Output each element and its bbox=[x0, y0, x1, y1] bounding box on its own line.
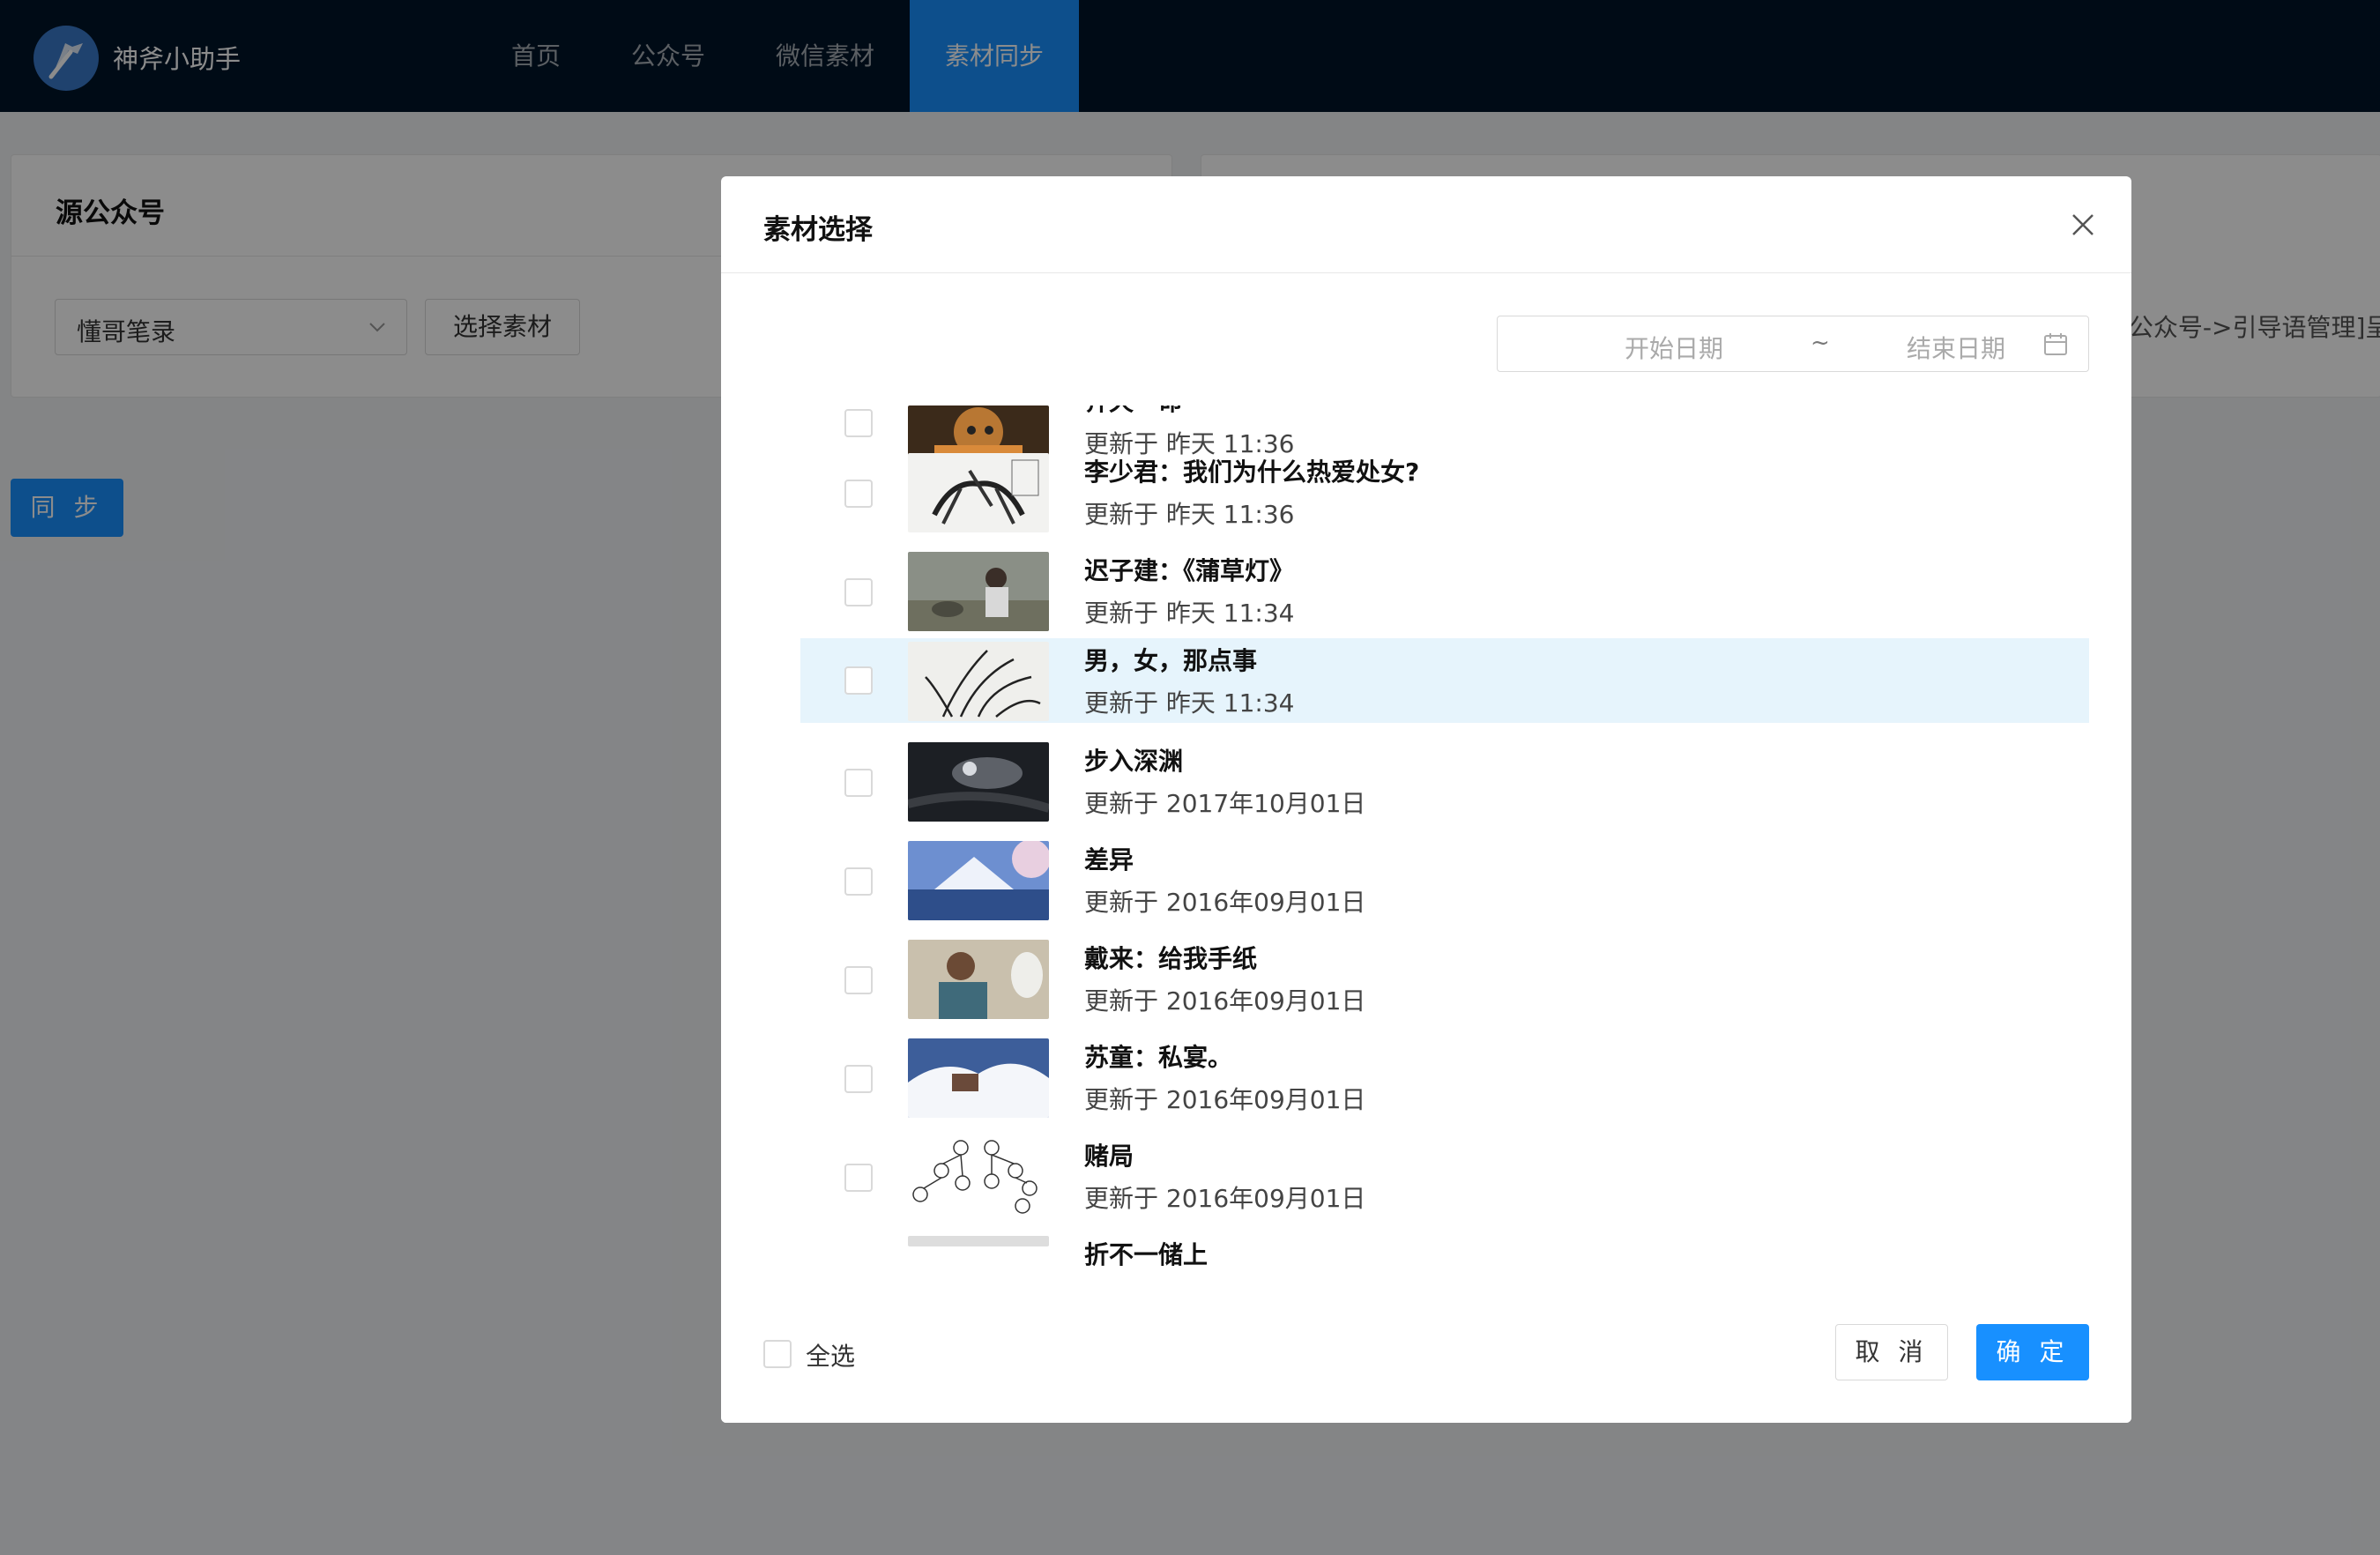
item-updated: 更新于 2016年09月01日 bbox=[1084, 1085, 1366, 1114]
thumbnail bbox=[908, 742, 1049, 822]
list-item[interactable]: 苏童：私宴。 更新于 2016年09月01日 bbox=[800, 1037, 2089, 1121]
material-list[interactable]: 齐天一命 更新于 昨天 11:36 李少君：我们为什么热爱处女? 更新于 昨天 … bbox=[721, 405, 2131, 1423]
date-range-picker[interactable]: 开始日期 ~ 结束日期 bbox=[1497, 316, 2089, 372]
list-item[interactable]: 迟子建：《蒲草灯》 更新于 昨天 11:34 bbox=[800, 550, 2089, 635]
item-title: 差异 bbox=[1084, 845, 1134, 874]
list-item[interactable]: 差异 更新于 2016年09月01日 bbox=[800, 839, 2089, 924]
item-checkbox[interactable] bbox=[844, 867, 873, 896]
material-select-modal: 素材选择 开始日期 ~ 结束日期 齐天一命 更新于 昨天 11:36 bbox=[721, 176, 2131, 1423]
thumbnail bbox=[908, 940, 1049, 1019]
thumbnail bbox=[908, 453, 1049, 532]
item-checkbox[interactable] bbox=[844, 1164, 873, 1192]
item-title: 步入深渊 bbox=[1084, 747, 1184, 776]
thumbnail bbox=[908, 1236, 1049, 1246]
list-item[interactable]: 步入深渊 更新于 2017年10月01日 bbox=[800, 740, 2089, 825]
date-start-input[interactable]: 开始日期 bbox=[1586, 330, 1762, 365]
item-title: 李少君：我们为什么热爱处女? bbox=[1084, 458, 1420, 487]
item-title: 折不一储上 bbox=[1084, 1240, 1209, 1269]
thumbnail bbox=[908, 1038, 1049, 1118]
item-checkbox[interactable] bbox=[844, 578, 873, 606]
modal-footer: 全选 取 消 确 定 bbox=[721, 1289, 2131, 1423]
item-updated: 更新于 2016年09月01日 bbox=[1084, 1184, 1366, 1213]
item-updated: 更新于 昨天 11:34 bbox=[1084, 688, 1295, 718]
item-title: 赌局 bbox=[1084, 1142, 1134, 1171]
thumbnail bbox=[908, 1137, 1049, 1216]
item-updated: 更新于 2016年09月01日 bbox=[1084, 986, 1366, 1016]
item-checkbox[interactable] bbox=[844, 409, 873, 437]
item-checkbox[interactable] bbox=[844, 769, 873, 797]
modal-header: 素材选择 bbox=[721, 176, 2131, 273]
select-all-label[interactable]: 全选 bbox=[806, 1337, 855, 1373]
list-item[interactable]: 赌局 更新于 2016年09月01日 bbox=[800, 1135, 2089, 1220]
item-checkbox[interactable] bbox=[844, 1065, 873, 1093]
item-checkbox[interactable] bbox=[844, 966, 873, 994]
thumbnail bbox=[908, 841, 1049, 920]
thumbnail bbox=[908, 552, 1049, 631]
select-all-checkbox[interactable] bbox=[763, 1340, 792, 1368]
list-item[interactable]: 戴来：给我手纸 更新于 2016年09月01日 bbox=[800, 938, 2089, 1023]
item-updated: 更新于 2016年09月01日 bbox=[1084, 888, 1366, 917]
item-checkbox[interactable] bbox=[844, 480, 873, 508]
ok-button[interactable]: 确 定 bbox=[1976, 1324, 2089, 1380]
modal-title: 素材选择 bbox=[763, 214, 873, 246]
item-updated: 更新于 2017年10月01日 bbox=[1084, 789, 1366, 818]
cancel-button[interactable]: 取 消 bbox=[1835, 1324, 1948, 1380]
date-separator: ~ bbox=[1811, 330, 1830, 356]
list-item[interactable]: 男，女，那点事 更新于 昨天 11:34 bbox=[800, 638, 2089, 723]
thumbnail bbox=[908, 642, 1049, 721]
item-title: 男，女，那点事 bbox=[1084, 646, 1258, 675]
item-title: 戴来：给我手纸 bbox=[1084, 944, 1258, 973]
item-updated: 更新于 昨天 11:36 bbox=[1084, 500, 1295, 529]
item-updated: 更新于 昨天 11:34 bbox=[1084, 599, 1295, 628]
close-icon[interactable] bbox=[2068, 210, 2098, 240]
list-item[interactable]: 李少君：我们为什么热爱处女? 更新于 昨天 11:36 bbox=[800, 451, 2089, 536]
date-end-input[interactable]: 结束日期 bbox=[1877, 330, 2035, 365]
item-title: 齐天一命 bbox=[1084, 405, 1183, 418]
item-title: 迟子建：《蒲草灯》 bbox=[1084, 556, 1295, 585]
calendar-icon bbox=[2042, 332, 2069, 361]
item-checkbox[interactable] bbox=[844, 666, 873, 695]
item-title: 苏童：私宴。 bbox=[1084, 1043, 1233, 1072]
